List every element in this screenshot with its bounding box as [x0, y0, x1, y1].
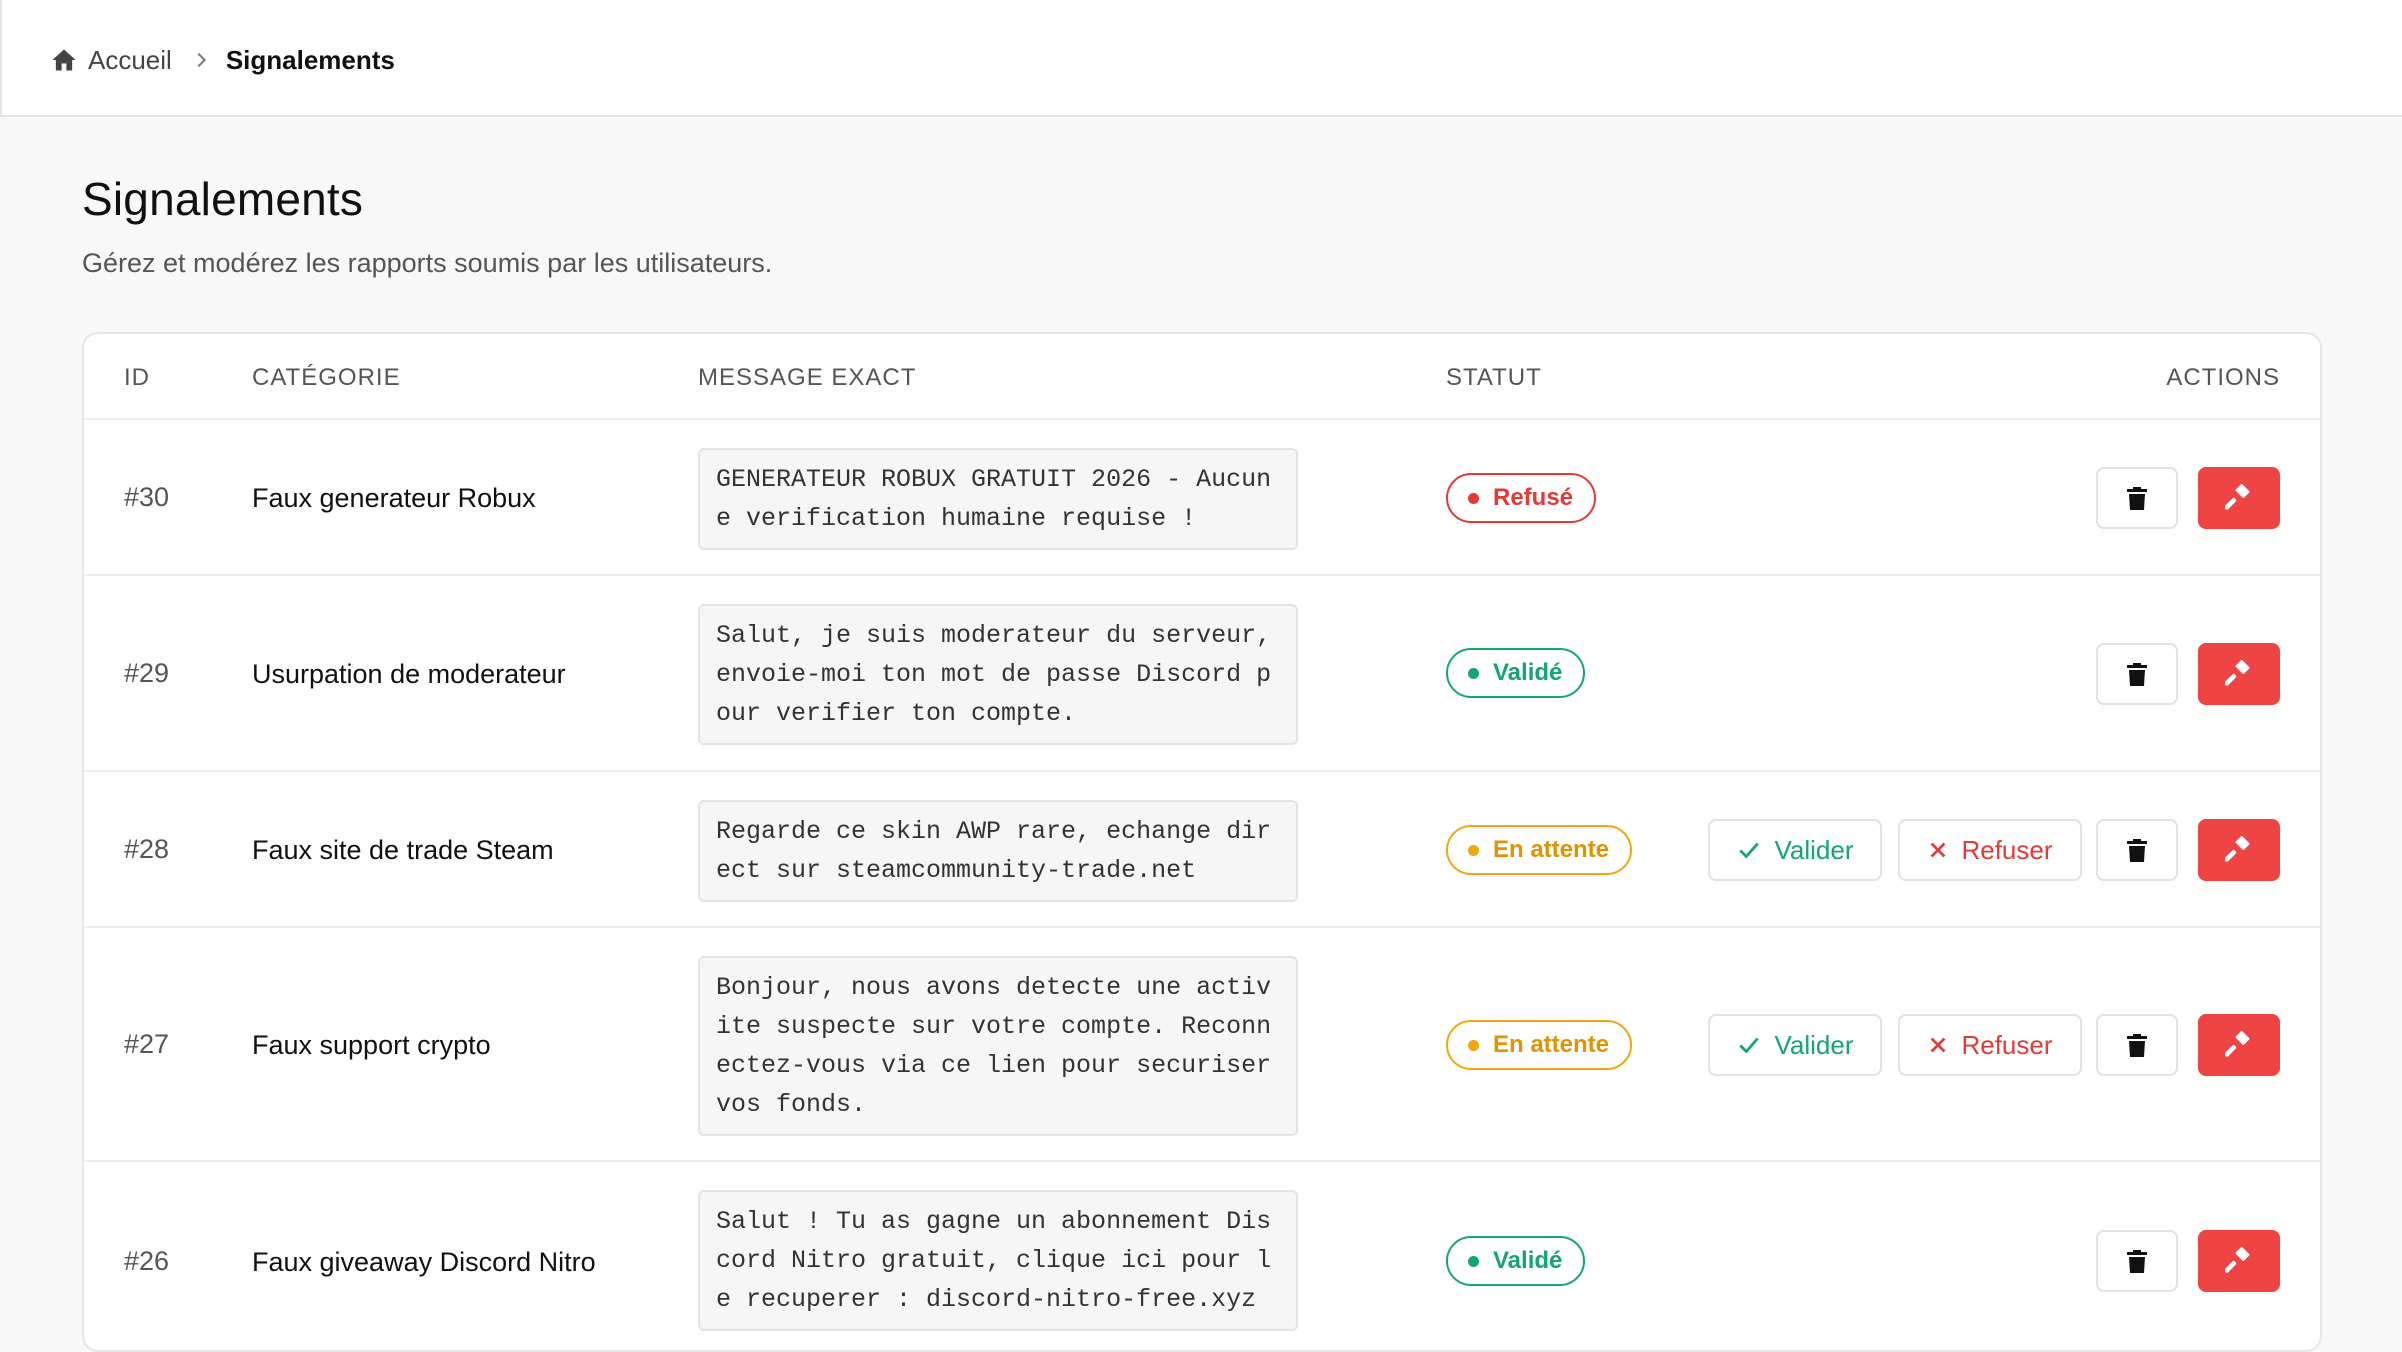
top-bar: Accueil Signalements — [0, 0, 2402, 117]
page-subtitle: Gérez et modérez les rapports soumis par… — [82, 248, 773, 278]
reports-table: ID CATÉGORIE MESSAGE EXACT STATUT ACTION… — [82, 332, 2322, 1352]
validate-button[interactable]: Valider — [1708, 1014, 1882, 1076]
status-badge: Refusé — [1446, 473, 1597, 523]
breadcrumb: Accueil Signalements — [50, 40, 395, 80]
ban-button[interactable] — [2198, 643, 2280, 705]
trash-icon — [2125, 661, 2149, 687]
ban-button[interactable] — [2198, 1230, 2280, 1292]
trash-icon — [2125, 485, 2149, 511]
x-icon — [1927, 839, 1949, 861]
table-row: #28 Faux site de trade Steam Regarde ce … — [84, 772, 2320, 928]
report-message: GENERATEUR ROBUX GRATUIT 2026 - Aucune v… — [698, 448, 1298, 550]
status-label: Validé — [1493, 1247, 1563, 1274]
hammer-icon — [2225, 1247, 2253, 1275]
status-label: En attente — [1493, 1031, 1610, 1058]
report-category: Faux site de trade Steam — [252, 835, 554, 865]
chevron-right-icon — [190, 49, 212, 71]
refuse-label: Refuser — [1961, 1029, 2053, 1060]
delete-button[interactable] — [2096, 643, 2178, 705]
breadcrumb-home-link[interactable]: Accueil — [88, 45, 172, 76]
table-header: ID CATÉGORIE MESSAGE EXACT STATUT ACTION… — [84, 334, 2320, 420]
delete-button[interactable] — [2096, 1230, 2178, 1292]
x-icon — [1927, 1034, 1949, 1056]
trash-icon — [2125, 1032, 2149, 1058]
column-header-category: CATÉGORIE — [252, 364, 401, 391]
hammer-icon — [2225, 484, 2253, 512]
delete-button[interactable] — [2096, 1014, 2178, 1076]
report-id: #28 — [124, 834, 170, 864]
ban-button[interactable] — [2198, 1014, 2280, 1076]
status-dot — [1468, 492, 1479, 504]
trash-icon — [2125, 1248, 2149, 1274]
status-badge: En attente — [1446, 1020, 1633, 1070]
report-category: Faux support crypto — [252, 1030, 491, 1060]
column-header-message: MESSAGE EXACT — [698, 364, 917, 391]
validate-button[interactable]: Valider — [1708, 819, 1882, 881]
report-category: Faux generateur Robux — [252, 483, 536, 513]
delete-button[interactable] — [2096, 467, 2178, 529]
status-dot — [1468, 667, 1479, 679]
column-header-id: ID — [124, 364, 150, 391]
home-icon[interactable] — [50, 46, 78, 74]
refuse-label: Refuser — [1961, 834, 2053, 865]
report-id: #27 — [124, 1029, 170, 1059]
report-id: #26 — [124, 1246, 170, 1276]
trash-icon — [2125, 837, 2149, 863]
refuse-button[interactable]: Refuser — [1898, 819, 2082, 881]
report-id: #29 — [124, 658, 170, 688]
status-label: Refusé — [1493, 484, 1574, 511]
hammer-icon — [2225, 836, 2253, 864]
report-message: Salut ! Tu as gagne un abonnement Discor… — [698, 1190, 1298, 1331]
ban-button[interactable] — [2198, 819, 2280, 881]
table-row: #29 Usurpation de moderateur Salut, je s… — [84, 576, 2320, 772]
status-dot — [1468, 1039, 1479, 1051]
report-message: Regarde ce skin AWP rare, echange direct… — [698, 800, 1298, 902]
status-badge: En attente — [1446, 825, 1633, 875]
report-message: Salut, je suis moderateur du serveur, en… — [698, 604, 1298, 745]
status-label: En attente — [1493, 836, 1610, 863]
status-dot — [1468, 1255, 1479, 1267]
breadcrumb-current: Signalements — [225, 44, 395, 75]
hammer-icon — [2225, 660, 2253, 688]
check-icon — [1736, 1032, 1762, 1058]
report-category: Faux giveaway Discord Nitro — [252, 1247, 596, 1277]
status-badge: Validé — [1446, 648, 1586, 698]
report-id: #30 — [124, 482, 170, 512]
table-row: #30 Faux generateur Robux GENERATEUR ROB… — [84, 420, 2320, 576]
table-row: #27 Faux support crypto Bonjour, nous av… — [84, 928, 2320, 1162]
column-header-actions: ACTIONS — [2166, 364, 2280, 391]
validate-label: Valider — [1774, 834, 1854, 865]
page-title: Signalements — [82, 173, 364, 225]
refuse-button[interactable]: Refuser — [1898, 1014, 2082, 1076]
report-category: Usurpation de moderateur — [252, 659, 566, 689]
delete-button[interactable] — [2096, 819, 2178, 881]
table-row: #26 Faux giveaway Discord Nitro Salut ! … — [84, 1162, 2320, 1350]
validate-label: Valider — [1774, 1029, 1854, 1060]
column-header-status: STATUT — [1446, 364, 1542, 391]
status-dot — [1468, 844, 1479, 856]
status-label: Validé — [1493, 659, 1563, 686]
report-message: Bonjour, nous avons detecte une activite… — [698, 956, 1298, 1136]
status-badge: Validé — [1446, 1236, 1586, 1286]
hammer-icon — [2225, 1031, 2253, 1059]
ban-button[interactable] — [2198, 467, 2280, 529]
check-icon — [1736, 837, 1762, 863]
